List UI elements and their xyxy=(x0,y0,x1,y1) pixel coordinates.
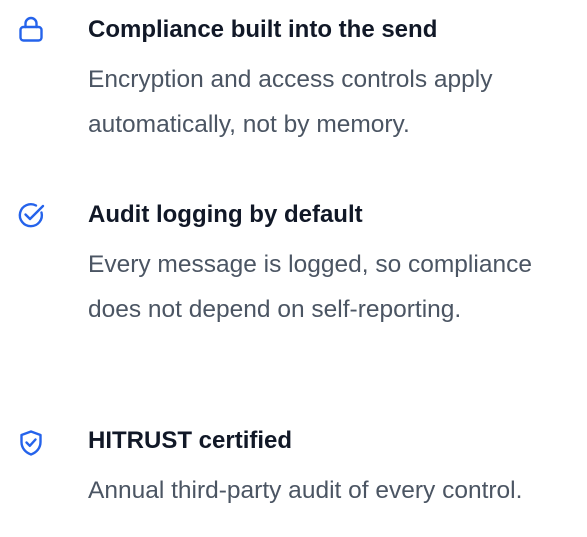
feature-title: Compliance built into the send xyxy=(88,16,438,43)
feature-list: Compliance built into the send Encryptio… xyxy=(0,0,587,537)
check-circle-icon xyxy=(16,200,46,230)
lock-icon xyxy=(16,14,46,44)
feature-description: Every message is logged, so compliance d… xyxy=(88,251,532,323)
shield-check-icon xyxy=(16,428,46,458)
feature-title: Audit logging by default xyxy=(88,201,363,228)
feature-description: Encryption and access controls apply aut… xyxy=(88,66,493,138)
feature-title: HITRUST certified xyxy=(88,427,293,454)
feature-description: Annual third-party audit of every contro… xyxy=(88,477,523,504)
